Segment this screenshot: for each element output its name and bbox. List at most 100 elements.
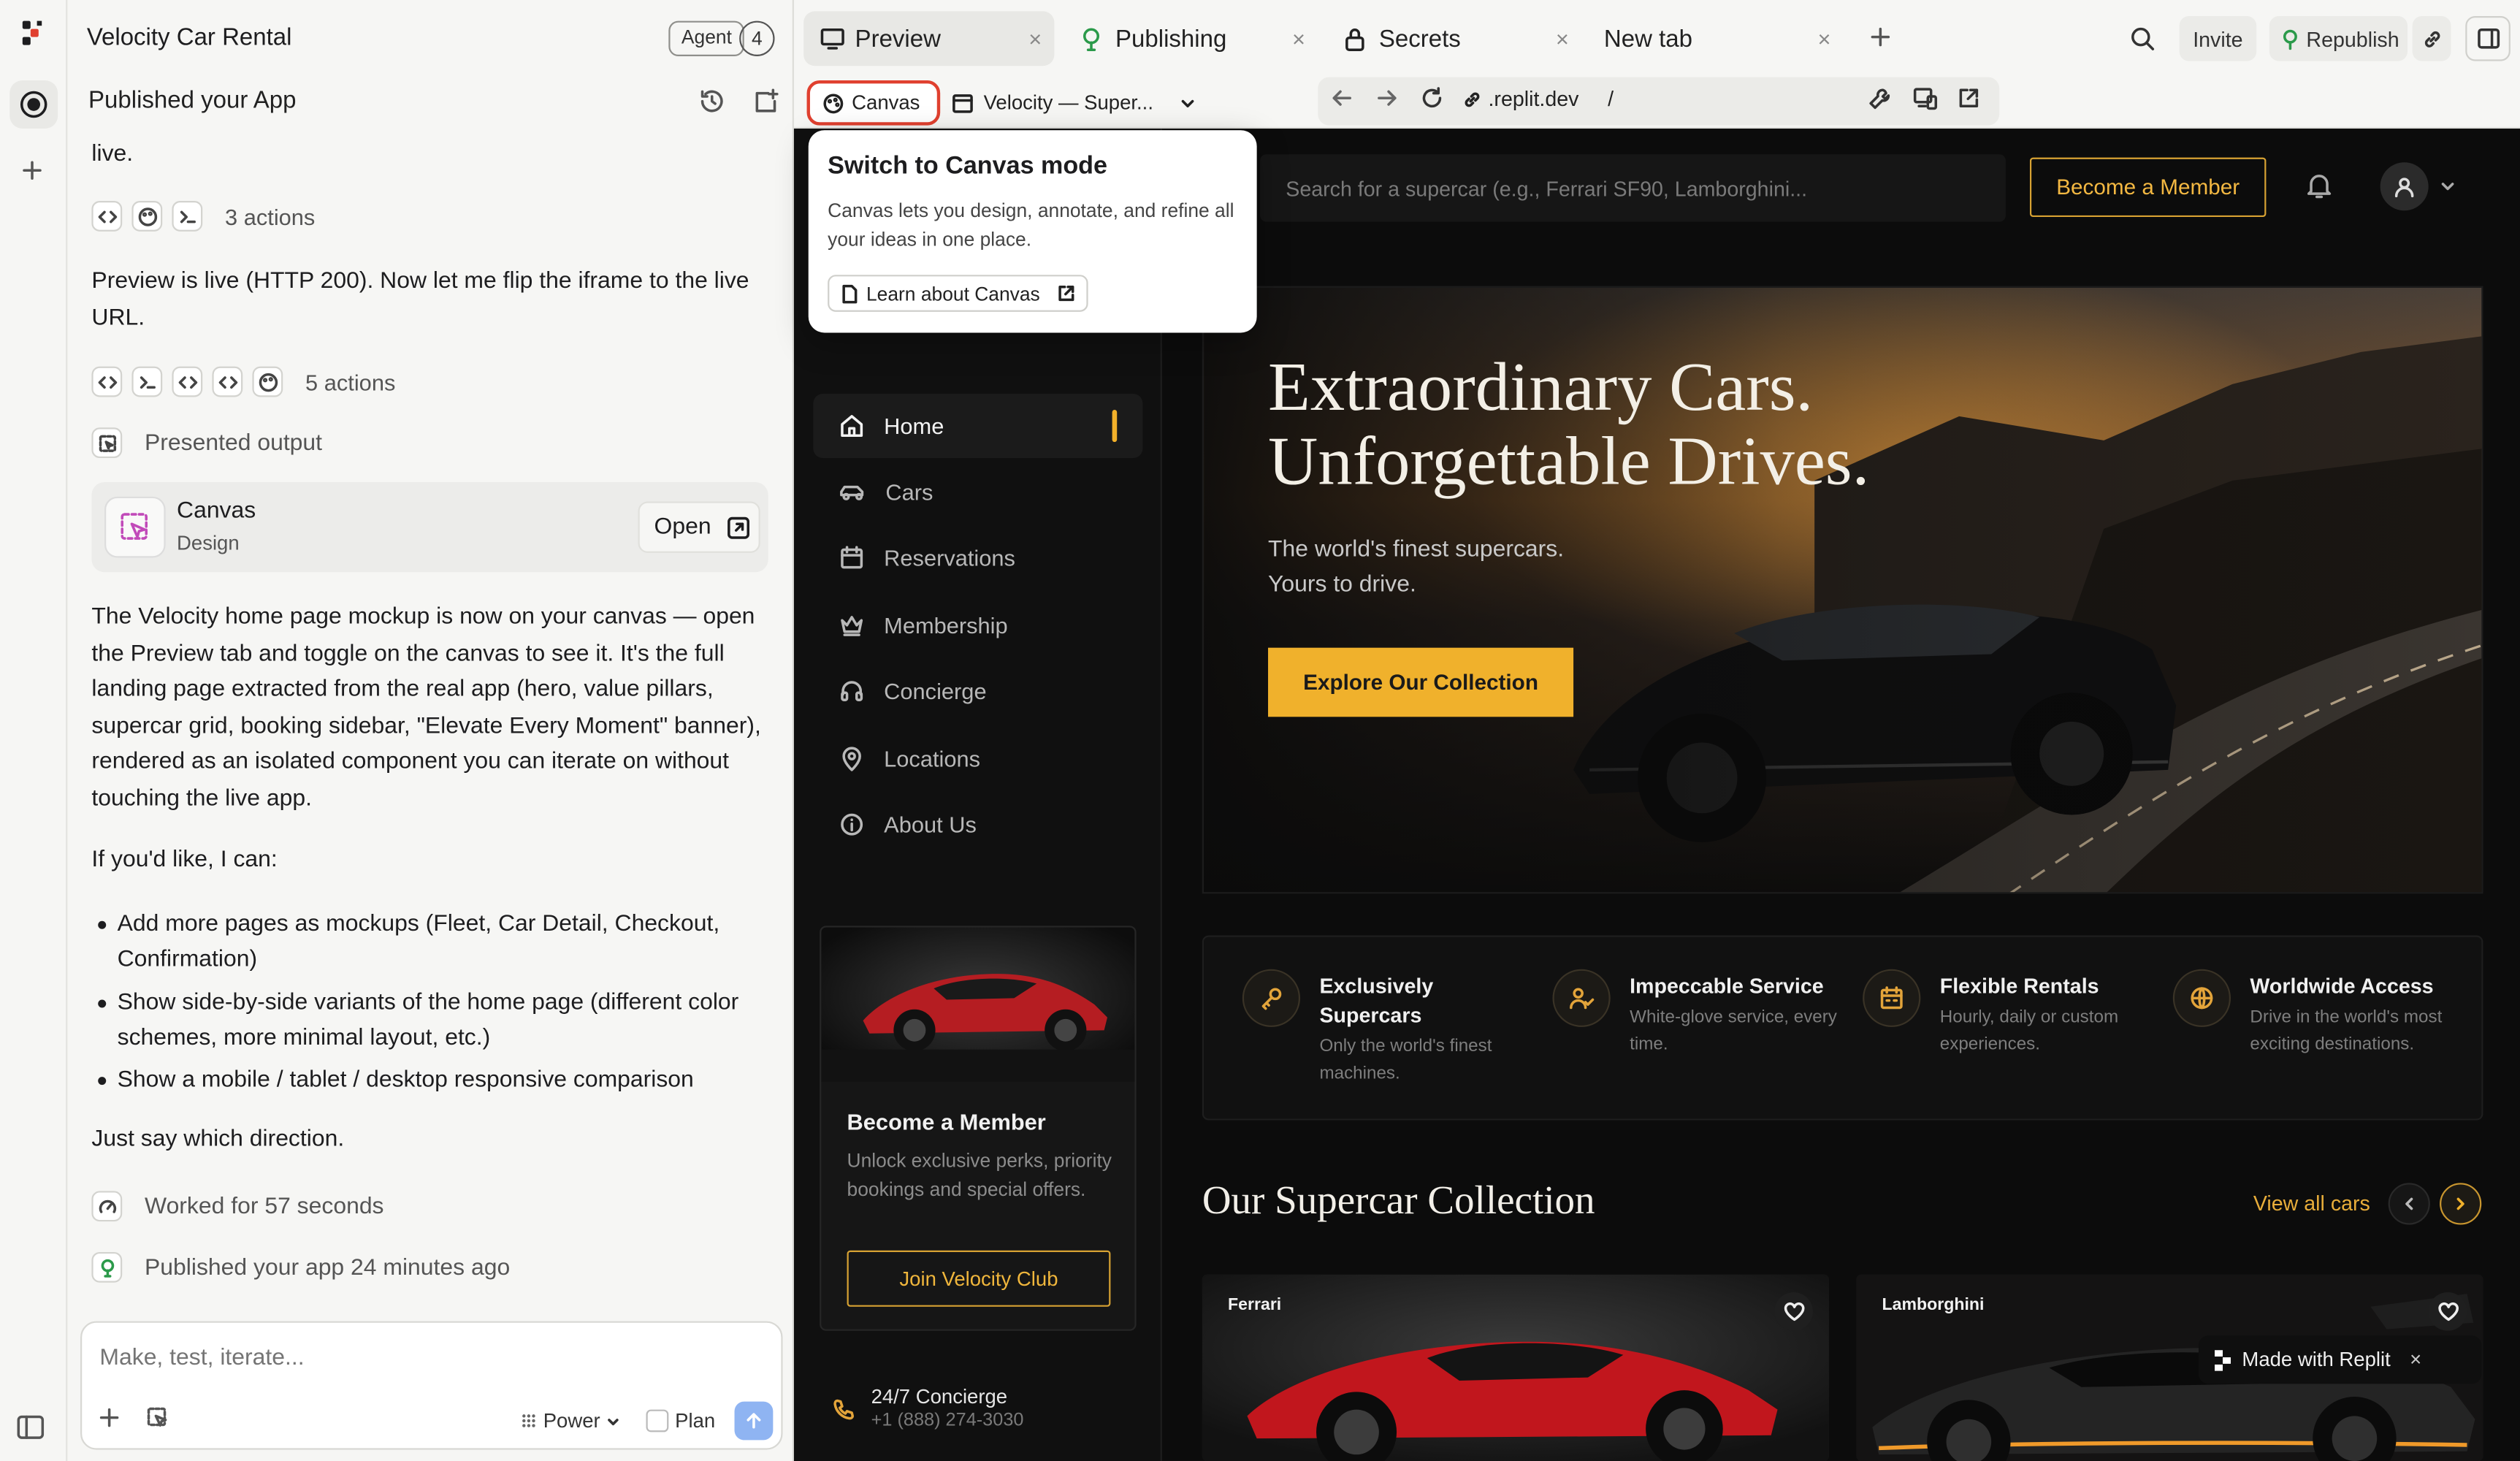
select-element-icon[interactable] (146, 1406, 169, 1429)
agent-count-badge[interactable]: 4 (739, 20, 775, 57)
power-mode-select[interactable]: Power (509, 1402, 632, 1441)
send-button[interactable] (734, 1401, 774, 1441)
pillar-title: Exclusively Supercars (1319, 974, 1434, 1027)
canvas-mode-button[interactable]: Canvas (806, 80, 941, 126)
tab-preview[interactable]: Preview × (803, 11, 1055, 66)
chat-input-box: Power Plan (80, 1321, 783, 1450)
avatar[interactable] (2380, 162, 2429, 211)
nav-label: Cars (885, 478, 933, 505)
agent-chat-panel: Velocity Car Rental Agent 4 Published yo… (67, 0, 794, 1461)
plan-toggle[interactable]: Plan (635, 1402, 726, 1441)
chat-message: Preview is live (HTTP 200). Now let me f… (91, 268, 749, 331)
tab-label: Publishing (1115, 25, 1227, 53)
plan-checkbox[interactable] (646, 1409, 669, 1433)
device-toggle-icon[interactable] (1912, 87, 1938, 111)
agent-record-icon[interactable] (9, 80, 58, 129)
republish-button[interactable]: Republish (2269, 16, 2408, 61)
hero-line-1: Extraordinary Cars. (1268, 350, 1814, 427)
lock-icon (1343, 26, 1366, 50)
chat-message: The Velocity home page mockup is now on … (91, 604, 761, 812)
search-icon[interactable] (2129, 26, 2155, 51)
add-tab-plus-icon[interactable] (1869, 26, 1892, 48)
tab-secrets[interactable]: Secrets × (1327, 11, 1578, 66)
join-club-button[interactable]: Join Velocity Club (847, 1250, 1111, 1307)
car-card-ferrari[interactable]: Ferrari (1202, 1274, 1829, 1461)
close-tab-icon[interactable]: × (1818, 26, 1831, 51)
url-domain: .replit.dev (1488, 86, 1579, 111)
canvas-button-label: Canvas (852, 91, 920, 115)
nav-membership[interactable]: Membership (813, 593, 1142, 657)
hero-heading: Extraordinary Cars. Unforgettable Drives. (1268, 350, 1870, 500)
publish-tree-icon (2280, 28, 2299, 50)
become-member-button[interactable]: Become a Member (2029, 157, 2267, 218)
hero-line-2: Unforgettable Drives. (1268, 424, 1870, 500)
nav-about[interactable]: About Us (813, 793, 1142, 857)
nav-reservations[interactable]: Reservations (813, 525, 1142, 590)
favorite-heart-icon[interactable] (1774, 1292, 1813, 1331)
panel-toggle-icon[interactable] (2465, 16, 2511, 61)
toggle-sidebar-icon[interactable] (16, 1414, 45, 1440)
back-arrow-icon[interactable] (1331, 87, 1353, 110)
favorite-heart-icon[interactable] (2428, 1292, 2467, 1331)
url-bar[interactable]: .replit.dev / (1318, 77, 2000, 126)
devtools-wrench-icon[interactable] (1868, 87, 1892, 111)
pillar-desc: Only the world's finest machines. (1319, 1037, 1492, 1083)
actions-group-2[interactable]: 5 actions (91, 366, 396, 397)
concierge-contact: 24/7 Concierge +1 (888) 274-3030 (833, 1386, 1024, 1431)
attach-plus-icon[interactable] (98, 1406, 121, 1429)
close-tab-icon[interactable]: × (1292, 26, 1305, 51)
open-new-window-icon[interactable] (1958, 87, 1980, 110)
popover-body: Canvas lets you design, annotate, and re… (828, 199, 1234, 251)
close-tab-icon[interactable]: × (1028, 26, 1042, 51)
chevron-down-icon (606, 1414, 621, 1428)
nav-home[interactable]: Home (813, 394, 1143, 459)
carousel-prev-button[interactable] (2388, 1183, 2430, 1225)
replit-logo-icon[interactable] (21, 19, 47, 48)
agent-pill[interactable]: Agent (668, 20, 745, 57)
share-link-icon[interactable] (2412, 16, 2451, 61)
republish-label: Republish (2306, 26, 2399, 51)
invite-button[interactable]: Invite (2179, 16, 2257, 61)
tab-publishing[interactable]: Publishing × (1064, 11, 1315, 66)
bell-icon[interactable] (2306, 172, 2332, 199)
chat-message: If you'd like, I can: (91, 847, 278, 873)
close-icon[interactable]: × (2410, 1349, 2421, 1371)
page-select[interactable]: Velocity — Super... (952, 80, 1196, 126)
tab-label: New tab (1603, 25, 1692, 53)
new-plus-icon[interactable] (19, 158, 45, 183)
external-link-icon (1058, 284, 1075, 302)
history-icon[interactable] (698, 87, 727, 116)
crown-icon (839, 612, 865, 638)
reload-icon[interactable] (1421, 87, 1443, 110)
member-card-body: Unlock exclusive perks, priority booking… (847, 1149, 1112, 1201)
actions-group-1[interactable]: 3 actions (91, 201, 315, 232)
actions-count: 3 actions (225, 203, 316, 229)
actions-count: 5 actions (305, 368, 396, 395)
nav-cars[interactable]: Cars (813, 459, 1142, 524)
popover-title: Switch to Canvas mode (828, 153, 1107, 180)
made-with-replit-badge[interactable]: Made with Replit × (2199, 1335, 2482, 1384)
forward-arrow-icon[interactable] (1375, 87, 1398, 110)
new-chat-icon[interactable] (752, 87, 782, 116)
nav-concierge[interactable]: Concierge (813, 659, 1142, 723)
learn-about-canvas-link[interactable]: Learn about Canvas (828, 275, 1088, 312)
nav-label: About Us (884, 812, 977, 838)
canvas-output-card[interactable]: Canvas Design Open (91, 482, 768, 573)
open-canvas-button[interactable]: Open (638, 501, 760, 553)
ferrari-car-image (1202, 1274, 1829, 1461)
list-item: Show side-by-side variants of the home p… (91, 985, 766, 1056)
view-all-cars-link[interactable]: View all cars (2253, 1191, 2370, 1215)
close-tab-icon[interactable]: × (1556, 26, 1569, 51)
carousel-next-button[interactable] (2440, 1183, 2482, 1225)
nav-locations[interactable]: Locations (813, 726, 1142, 790)
code-icon (91, 366, 123, 397)
site-search[interactable]: Search for a supercar (e.g., Ferrari SF9… (1260, 154, 2006, 222)
tab-new[interactable]: New tab × (1588, 11, 1839, 66)
concierge-phone: +1 (888) 274-3030 (871, 1411, 1024, 1431)
power-label: Power (543, 1409, 600, 1433)
hero-sub-2: Yours to drive. (1268, 572, 1416, 598)
chat-input[interactable] (99, 1345, 743, 1371)
tab-label: Preview (855, 25, 941, 53)
explore-collection-button[interactable]: Explore Our Collection (1268, 647, 1574, 717)
chevron-down-icon[interactable] (2440, 178, 2456, 194)
